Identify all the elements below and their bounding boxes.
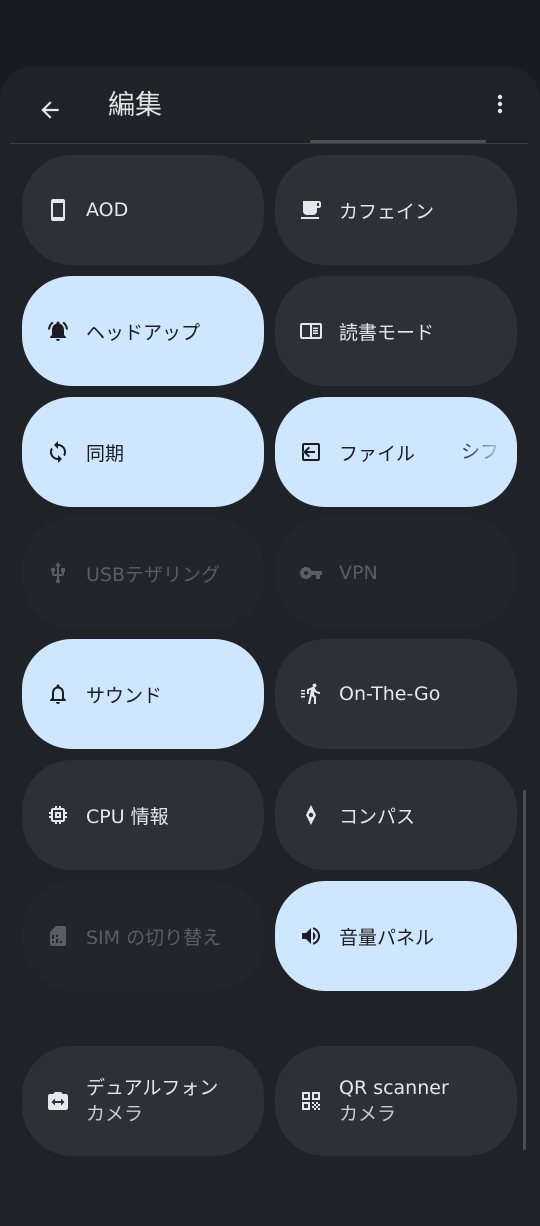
camera-switch-icon	[46, 1089, 70, 1113]
tile-volume-panel[interactable]: 音量パネル	[275, 881, 517, 991]
tile-dual-camera[interactable]: デュアルフォン カメラ	[22, 1046, 264, 1156]
coffee-icon	[299, 198, 323, 222]
tile-text: QR scanner カメラ	[339, 1075, 449, 1127]
arrow-back-icon	[41, 101, 59, 119]
tile-caffeine[interactable]: カフェイン	[275, 155, 517, 265]
sim-icon	[46, 924, 70, 948]
reading-mode-icon	[299, 319, 323, 343]
compass-icon	[299, 803, 323, 827]
file-transfer-icon	[299, 440, 323, 464]
phone-icon	[46, 198, 70, 222]
vpn-key-icon	[299, 561, 323, 585]
tile-label: SIM の切り替え	[86, 926, 222, 949]
tile-label: 読書モード	[339, 321, 435, 344]
more-options-button[interactable]	[480, 84, 520, 124]
tile-label: AOD	[86, 199, 129, 221]
tile-sim-switch[interactable]: SIM の切り替え	[22, 881, 264, 991]
tile-on-the-go[interactable]: On-The-Go	[275, 639, 517, 749]
tile-label: 音量パネル	[339, 926, 435, 949]
tile-aod[interactable]: AOD	[22, 155, 264, 265]
tile-label: コンパス	[339, 805, 416, 828]
marquee-fade	[457, 397, 517, 507]
tile-label: VPN	[339, 562, 378, 584]
tile-text: デュアルフォン カメラ	[86, 1075, 218, 1127]
tile-label: USBテザリング	[86, 563, 221, 586]
scrollbar[interactable]	[523, 790, 526, 1150]
tile-sync[interactable]: 同期	[22, 397, 264, 507]
otg-run-icon	[299, 682, 323, 706]
tile-label: On-The-Go	[339, 683, 441, 705]
tile-label: CPU 情報	[86, 805, 169, 828]
volume-icon	[299, 924, 323, 948]
header-divider	[10, 143, 528, 144]
usb-icon	[46, 561, 70, 585]
tile-reading-mode[interactable]: 読書モード	[275, 276, 517, 386]
tile-label: ヘッドアップ	[86, 321, 201, 344]
back-button[interactable]	[26, 86, 74, 134]
more-vert-icon	[497, 94, 503, 114]
qr-code-icon	[299, 1089, 323, 1113]
tile-qr-scanner[interactable]: QR scanner カメラ	[275, 1046, 517, 1156]
tile-file-transfer[interactable]: ファイル シフ	[275, 397, 517, 507]
tile-cpu-info[interactable]: CPU 情報	[22, 760, 264, 870]
tile-sublabel: カメラ	[339, 1103, 397, 1125]
tile-label: デュアルフォン	[86, 1077, 219, 1099]
scroll-indicator-top	[310, 140, 486, 143]
tile-label: カフェイン	[339, 200, 435, 223]
tile-heads-up[interactable]: ヘッドアップ	[22, 276, 264, 386]
tile-usb-tethering[interactable]: USBテザリング	[22, 518, 264, 628]
sync-icon	[46, 440, 70, 464]
tile-label: ファイル	[339, 442, 416, 465]
cpu-icon	[46, 803, 70, 827]
bell-icon	[46, 682, 70, 706]
tile-label: サウンド	[86, 684, 163, 707]
header: 編集	[0, 66, 540, 144]
tile-vpn[interactable]: VPN	[275, 518, 517, 628]
tile-label: QR scanner	[339, 1077, 449, 1099]
tile-label: 同期	[86, 442, 125, 465]
tile-compass[interactable]: コンパス	[275, 760, 517, 870]
tile-sublabel: カメラ	[86, 1103, 144, 1125]
tile-sound[interactable]: サウンド	[22, 639, 264, 749]
page-title: 編集	[108, 90, 162, 121]
bell-alert-icon	[46, 319, 70, 343]
